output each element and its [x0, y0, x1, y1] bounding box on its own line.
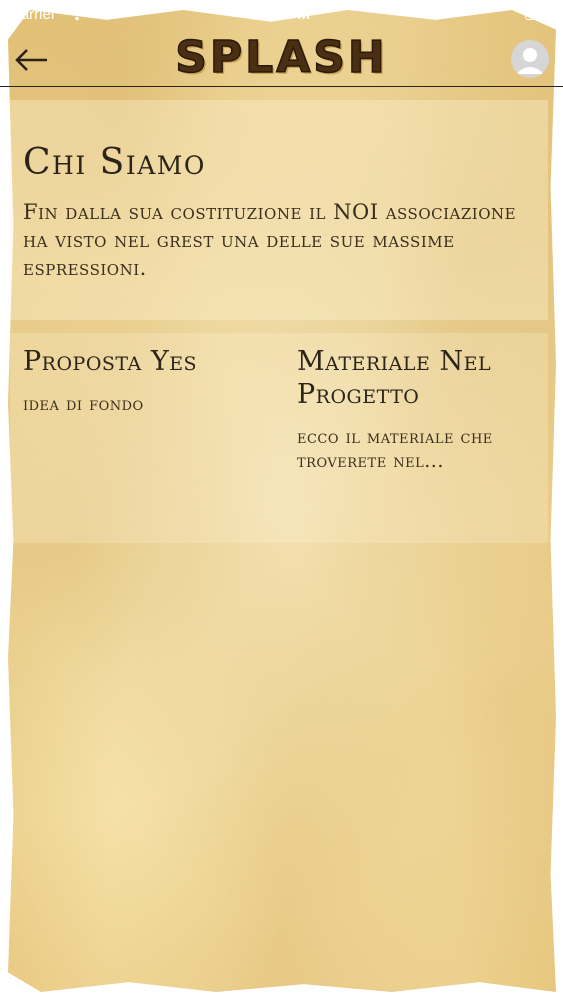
navigation-bar: SPLASH — [0, 30, 563, 87]
card-proposta-yes[interactable]: Proposta Yes idea di fondo — [23, 345, 283, 416]
about-section[interactable]: Chi Siamo Fin dalla sua costituzione il … — [10, 100, 548, 320]
battery-icon — [525, 7, 554, 20]
app-title: SPLASH — [174, 31, 388, 84]
card-materiale-progetto[interactable]: Materiale Nel Progetto ecco il materiale… — [297, 345, 542, 473]
status-bar: Carrier 2:52 PM — [0, 0, 563, 30]
about-title: Chi Siamo — [23, 142, 206, 183]
card-subtitle: idea di fondo — [23, 393, 144, 415]
about-description: Fin dalla sua costituzione il NOI associ… — [23, 200, 517, 280]
card-subtitle: ecco il materiale che troverete nel... — [297, 426, 493, 472]
cards-section: Proposta Yes idea di fondo Materiale Nel… — [10, 333, 548, 543]
user-avatar-icon[interactable] — [511, 40, 549, 78]
card-title: Proposta Yes — [23, 346, 198, 377]
card-title: Materiale Nel Progetto — [297, 346, 492, 410]
status-time: 2:52 PM — [253, 6, 310, 23]
